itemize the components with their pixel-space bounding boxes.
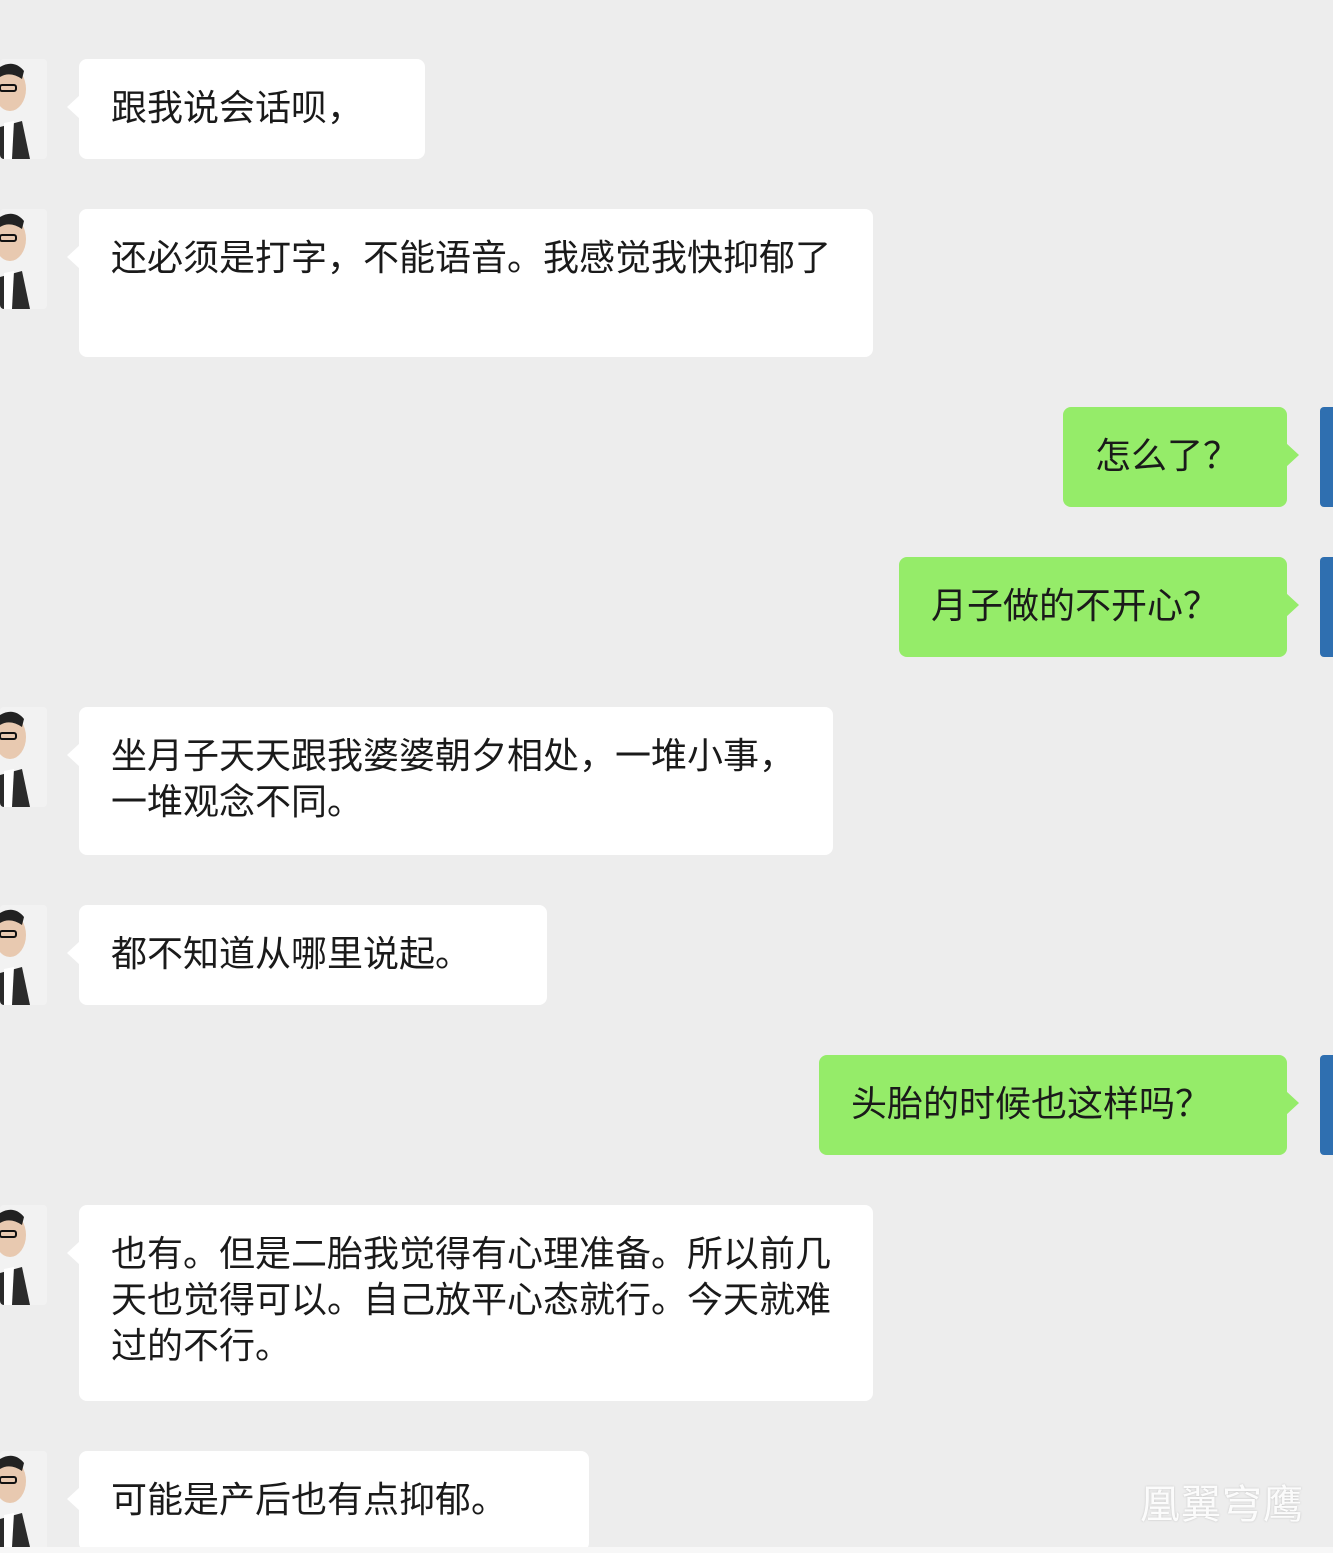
- contact-avatar[interactable]: [0, 209, 47, 309]
- outgoing-message-bubble[interactable]: 月子做的不开心？: [899, 557, 1299, 657]
- my-avatar[interactable]: [1320, 407, 1333, 507]
- person-avatar-icon: [0, 707, 47, 807]
- outgoing-message-bubble[interactable]: 怎么了？: [1063, 407, 1299, 507]
- incoming-message-bubble[interactable]: 可能是产后也有点抑郁。: [67, 1451, 589, 1551]
- my-avatar[interactable]: [1320, 1055, 1333, 1155]
- bottom-divider: [0, 1547, 1333, 1553]
- incoming-message-bubble[interactable]: 还必须是打字，不能语音。我感觉我快抑郁了: [67, 209, 873, 357]
- my-avatar[interactable]: [1320, 557, 1333, 657]
- contact-avatar[interactable]: [0, 1451, 47, 1551]
- contact-avatar[interactable]: [0, 905, 47, 1005]
- person-avatar-icon: [0, 59, 47, 159]
- contact-avatar[interactable]: [0, 1205, 47, 1305]
- person-avatar-icon: [0, 905, 47, 1005]
- contact-avatar[interactable]: [0, 707, 47, 807]
- incoming-message-bubble[interactable]: 坐月子天天跟我婆婆朝夕相处，一堆小事，一堆观念不同。: [67, 707, 833, 855]
- person-avatar-icon: [0, 1205, 47, 1305]
- contact-avatar[interactable]: [0, 59, 47, 159]
- incoming-message-bubble[interactable]: 都不知道从哪里说起。: [67, 905, 547, 1005]
- incoming-message-bubble[interactable]: 也有。但是二胎我觉得有心理准备。所以前几天也觉得可以。自己放平心态就行。今天就难…: [67, 1205, 873, 1401]
- person-avatar-icon: [0, 209, 47, 309]
- watermark-text: 凰翼穹鹰: [1140, 1482, 1304, 1528]
- person-avatar-icon: [0, 1451, 47, 1547]
- outgoing-message-bubble[interactable]: 头胎的时候也这样吗？: [819, 1055, 1299, 1155]
- incoming-message-bubble[interactable]: 跟我说会话呗，: [67, 59, 425, 159]
